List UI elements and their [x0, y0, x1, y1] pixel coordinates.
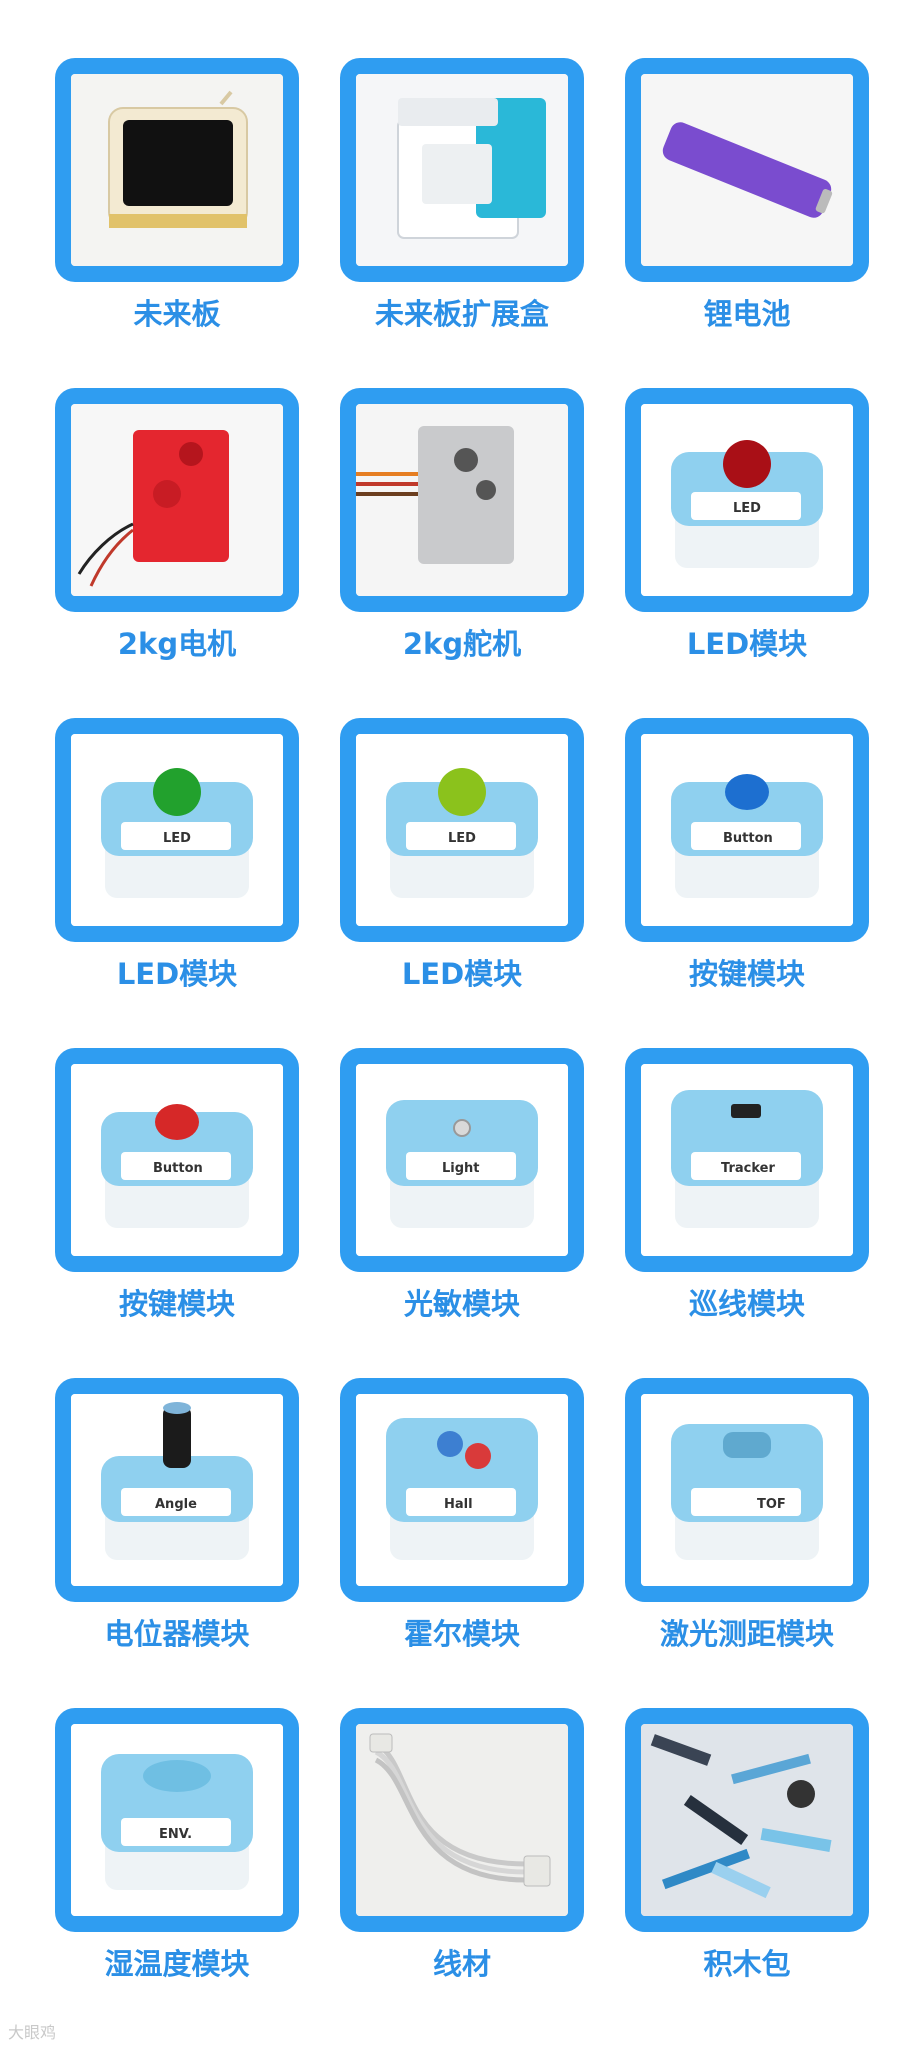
product-card[interactable]: 积木包 — [625, 1708, 869, 1982]
module-tag: LED — [448, 831, 476, 846]
product-image-frame — [340, 1708, 584, 1932]
product-card[interactable]: 未来板扩展盒 — [340, 58, 584, 332]
motor-image — [71, 404, 283, 596]
product-image-frame — [340, 388, 584, 612]
product-label: 霍尔模块 — [403, 1617, 520, 1651]
laser-distance-module-image: TOF — [641, 1394, 853, 1586]
servo-image — [356, 404, 568, 596]
module-tag: Tracker — [721, 1161, 775, 1176]
product-grid: 未来板 未来板扩展盒 锂电池 2kg电机 2kg舵机 LED LED模块 LED… — [0, 0, 924, 2049]
product-image-frame: LED — [625, 388, 869, 612]
product-card[interactable]: Hall 霍尔模块 — [340, 1378, 584, 1652]
product-label: 积木包 — [703, 1947, 791, 1981]
module-tag: LED — [163, 831, 191, 846]
product-label: LED模块 — [401, 957, 523, 991]
button-blue-module-image: Button — [641, 734, 853, 926]
lithium-battery-image — [641, 74, 853, 266]
product-image-frame — [55, 58, 299, 282]
product-label: LED模块 — [116, 957, 238, 991]
led-green-module-image: LED — [71, 734, 283, 926]
product-label: 2kg电机 — [117, 627, 237, 661]
product-label: 未来板扩展盒 — [374, 297, 549, 331]
product-image-frame: Angle — [55, 1378, 299, 1602]
product-label: 光敏模块 — [403, 1287, 520, 1321]
hall-module-image: Hall — [356, 1394, 568, 1586]
product-image-frame — [340, 58, 584, 282]
building-blocks-pack-image — [641, 1724, 853, 1916]
product-label: 巡线模块 — [688, 1287, 805, 1321]
tracker-module-image: Tracker — [641, 1064, 853, 1256]
product-image-frame — [625, 1708, 869, 1932]
product-image-frame: Hall — [340, 1378, 584, 1602]
product-card[interactable]: Light 光敏模块 — [340, 1048, 584, 1322]
product-label: LED模块 — [686, 627, 808, 661]
product-image-frame: LED — [55, 718, 299, 942]
product-image-frame: Button — [625, 718, 869, 942]
product-card[interactable]: ENV. 湿温度模块 — [55, 1708, 299, 1982]
cable-image — [356, 1724, 568, 1916]
future-board-image — [71, 74, 283, 266]
product-label: 未来板 — [133, 297, 221, 331]
humidity-temperature-module-image: ENV. — [71, 1724, 283, 1916]
module-tag: Hall — [444, 1497, 473, 1512]
product-card[interactable]: Button 按键模块 — [55, 1048, 299, 1322]
product-label: 2kg舵机 — [402, 627, 522, 661]
module-tag: Angle — [155, 1497, 197, 1512]
module-tag: TOF — [757, 1497, 786, 1512]
product-card[interactable]: Angle 电位器模块 — [55, 1378, 299, 1652]
product-label: 湿温度模块 — [104, 1947, 250, 1981]
product-label: 激光测距模块 — [659, 1617, 834, 1651]
product-card[interactable]: Tracker 巡线模块 — [625, 1048, 869, 1322]
product-label: 电位器模块 — [104, 1617, 250, 1651]
product-card[interactable]: TOF 激光测距模块 — [625, 1378, 869, 1652]
product-image-frame: LED — [340, 718, 584, 942]
module-tag: Button — [723, 831, 773, 846]
watermark: 大眼鸡 — [8, 2023, 57, 2042]
product-image-frame: ENV. — [55, 1708, 299, 1932]
product-image-frame: Tracker — [625, 1048, 869, 1272]
product-card[interactable]: 线材 — [340, 1708, 584, 1982]
product-card[interactable]: LED LED模块 — [55, 718, 299, 992]
product-image-frame: Light — [340, 1048, 584, 1272]
module-tag: Light — [442, 1161, 480, 1176]
product-card[interactable]: 2kg舵机 — [340, 388, 584, 662]
product-label: 按键模块 — [118, 1287, 235, 1321]
product-image-frame: TOF — [625, 1378, 869, 1602]
module-tag: LED — [733, 501, 761, 516]
product-label: 按键模块 — [688, 957, 805, 991]
potentiometer-module-image: Angle — [71, 1394, 283, 1586]
product-card[interactable]: LED LED模块 — [625, 388, 869, 662]
product-card[interactable]: 2kg电机 — [55, 388, 299, 662]
product-card[interactable]: 锂电池 — [625, 58, 869, 332]
product-image-frame — [625, 58, 869, 282]
product-image-frame — [55, 388, 299, 612]
module-tag: ENV. — [159, 1827, 192, 1842]
product-label: 线材 — [432, 1947, 491, 1981]
product-card[interactable]: 未来板 — [55, 58, 299, 332]
light-sensor-module-image: Light — [356, 1064, 568, 1256]
button-red-module-image: Button — [71, 1064, 283, 1256]
led-yellow-green-module-image: LED — [356, 734, 568, 926]
product-label: 锂电池 — [703, 297, 791, 331]
product-image-frame: Button — [55, 1048, 299, 1272]
module-tag: Button — [153, 1161, 203, 1176]
product-card[interactable]: LED LED模块 — [340, 718, 584, 992]
expansion-box-image — [356, 74, 568, 266]
led-red-module-image: LED — [641, 404, 853, 596]
product-card[interactable]: Button 按键模块 — [625, 718, 869, 992]
